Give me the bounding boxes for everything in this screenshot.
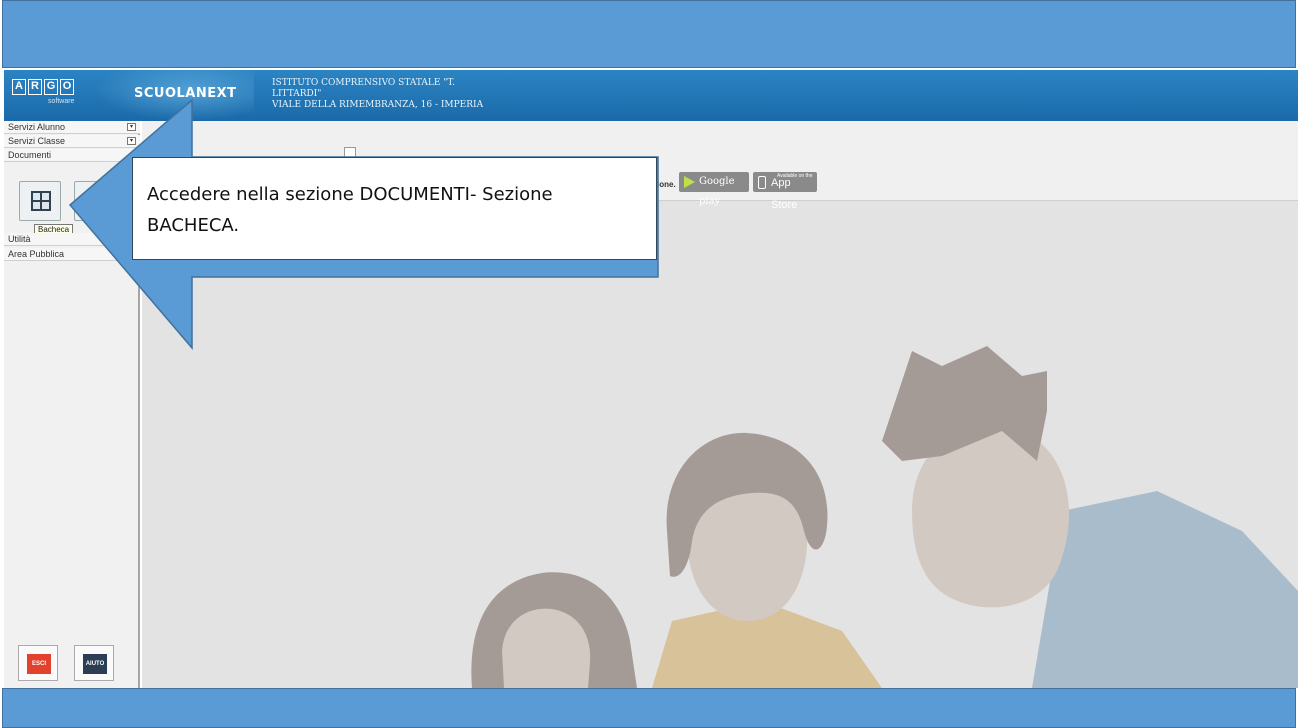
pointer-arrow — [68, 98, 659, 351]
instruction-callout-box: Accedere nella sezione DOCUMENTI- Sezion… — [132, 157, 657, 260]
callout-text: Accedere nella sezione DOCUMENTI- Sezion… — [147, 184, 553, 236]
slide: A R G O software SCUOLANEXT ISTITUTO COM… — [0, 0, 1298, 728]
slide-bottom-band — [2, 688, 1296, 728]
